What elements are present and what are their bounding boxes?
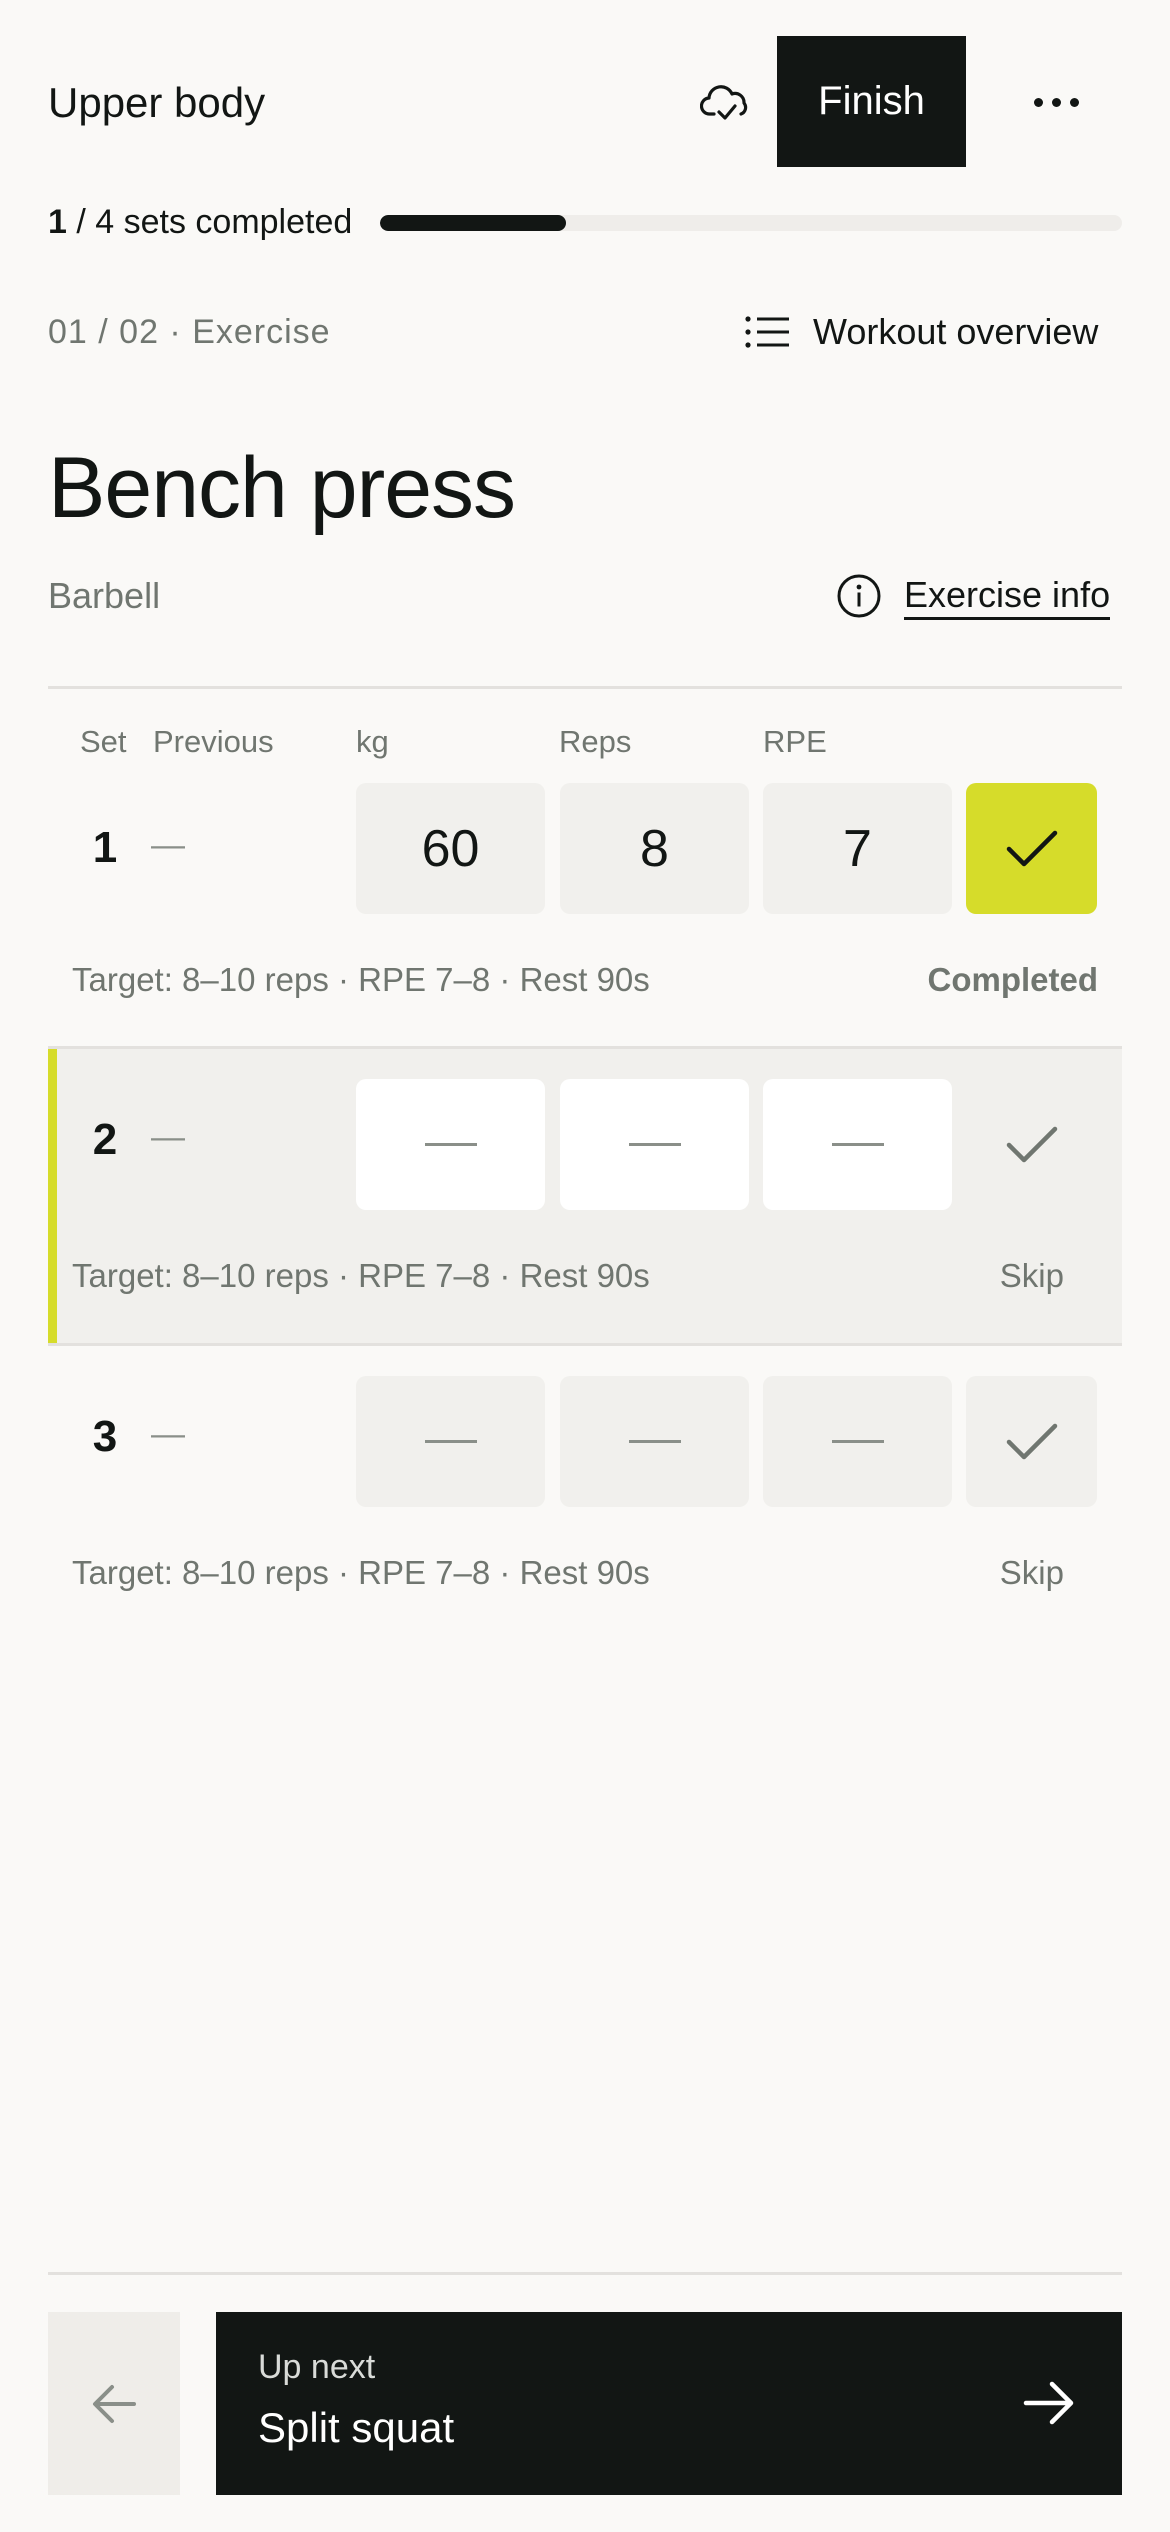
set-row-2-active: 2 — Target: 8–10 reps · RPE 7–8 · Rest 9… — [48, 1049, 1122, 1343]
divider — [48, 686, 1122, 689]
checkmark-icon — [1006, 830, 1057, 866]
rpe-input[interactable] — [763, 1079, 952, 1210]
workout-overview-label: Workout overview — [813, 311, 1099, 352]
exercise-info-label: Exercise info — [904, 573, 1111, 620]
checkmark-icon — [1006, 1423, 1057, 1459]
rpe-input[interactable]: 7 — [763, 783, 952, 914]
previous-value: — — [151, 826, 185, 864]
up-next-label: Up next — [258, 2348, 376, 2386]
cloud-check-icon — [700, 85, 748, 120]
workout-overview-button[interactable]: Workout overview — [745, 306, 1098, 358]
list-icon — [745, 316, 789, 348]
exercise-info-button[interactable]: Exercise info — [836, 568, 1111, 624]
equipment-label: Barbell — [48, 575, 161, 616]
progress-bar — [380, 215, 1122, 231]
exercise-counter: 01 / 02 · Exercise — [48, 313, 331, 351]
reps-input[interactable]: 8 — [560, 783, 749, 914]
set-row-1: 1 — 60 8 7 Target: 8–10 reps · RPE 7–8 ·… — [48, 760, 1122, 1046]
rpe-input[interactable] — [763, 1376, 952, 1507]
column-header-kg: kg — [356, 724, 389, 759]
set-target: Target: 8–10 reps · RPE 7–8 · Rest 90s — [72, 1554, 650, 1591]
set-row-3: 3 — Target: 8–10 reps · RPE 7–8 · Rest 9… — [48, 1346, 1122, 1636]
set-target: Target: 8–10 reps · RPE 7–8 · Rest 90s — [72, 1257, 650, 1294]
info-icon — [837, 574, 881, 618]
empty-placeholder-dash — [831, 1440, 884, 1443]
arrow-left-icon — [93, 2384, 136, 2423]
empty-placeholder-dash — [424, 1143, 477, 1146]
column-header-previous: Previous — [153, 724, 274, 759]
skip-set-button[interactable]: Skip — [1000, 1254, 1064, 1298]
sets-progress-text: 1 / 4 sets completed — [48, 203, 353, 241]
set-target: Target: 8–10 reps · RPE 7–8 · Rest 90s — [72, 961, 650, 998]
divider — [48, 2272, 1122, 2275]
column-header-set: Set — [80, 724, 127, 759]
set-number: 2 — [92, 1115, 118, 1164]
complete-set-button[interactable] — [966, 783, 1097, 914]
column-header-reps: Reps — [559, 724, 632, 759]
previous-value: — — [151, 1415, 185, 1453]
reps-input[interactable] — [560, 1376, 749, 1507]
skip-set-button[interactable]: Skip — [1000, 1551, 1064, 1595]
kg-input[interactable]: 60 — [356, 783, 545, 914]
set-number: 3 — [92, 1412, 118, 1461]
kg-input[interactable] — [356, 1079, 545, 1210]
next-exercise-name: Split squat — [258, 2404, 455, 2451]
empty-placeholder-dash — [831, 1143, 884, 1146]
empty-placeholder-dash — [628, 1143, 681, 1146]
workout-title: Upper body — [48, 79, 266, 126]
previous-value: — — [151, 1118, 185, 1156]
column-header-rpe: RPE — [763, 724, 827, 759]
complete-set-button[interactable] — [966, 1079, 1097, 1210]
progress-bar-fill — [380, 215, 566, 231]
next-exercise-button[interactable]: Up next Split squat — [216, 2312, 1122, 2495]
reps-input[interactable] — [560, 1079, 749, 1210]
more-icon[interactable] — [1010, 72, 1102, 132]
empty-placeholder-dash — [424, 1440, 477, 1443]
set-status-completed: Completed — [927, 961, 1098, 998]
kg-input[interactable] — [356, 1376, 545, 1507]
previous-exercise-button[interactable] — [48, 2312, 180, 2495]
empty-placeholder-dash — [628, 1440, 681, 1443]
checkmark-icon — [1006, 1126, 1057, 1162]
set-number: 1 — [92, 823, 118, 872]
arrow-right-icon — [1023, 2381, 1074, 2425]
finish-button[interactable]: Finish — [777, 36, 966, 167]
exercise-name: Bench press — [48, 440, 516, 536]
complete-set-button[interactable] — [966, 1376, 1097, 1507]
